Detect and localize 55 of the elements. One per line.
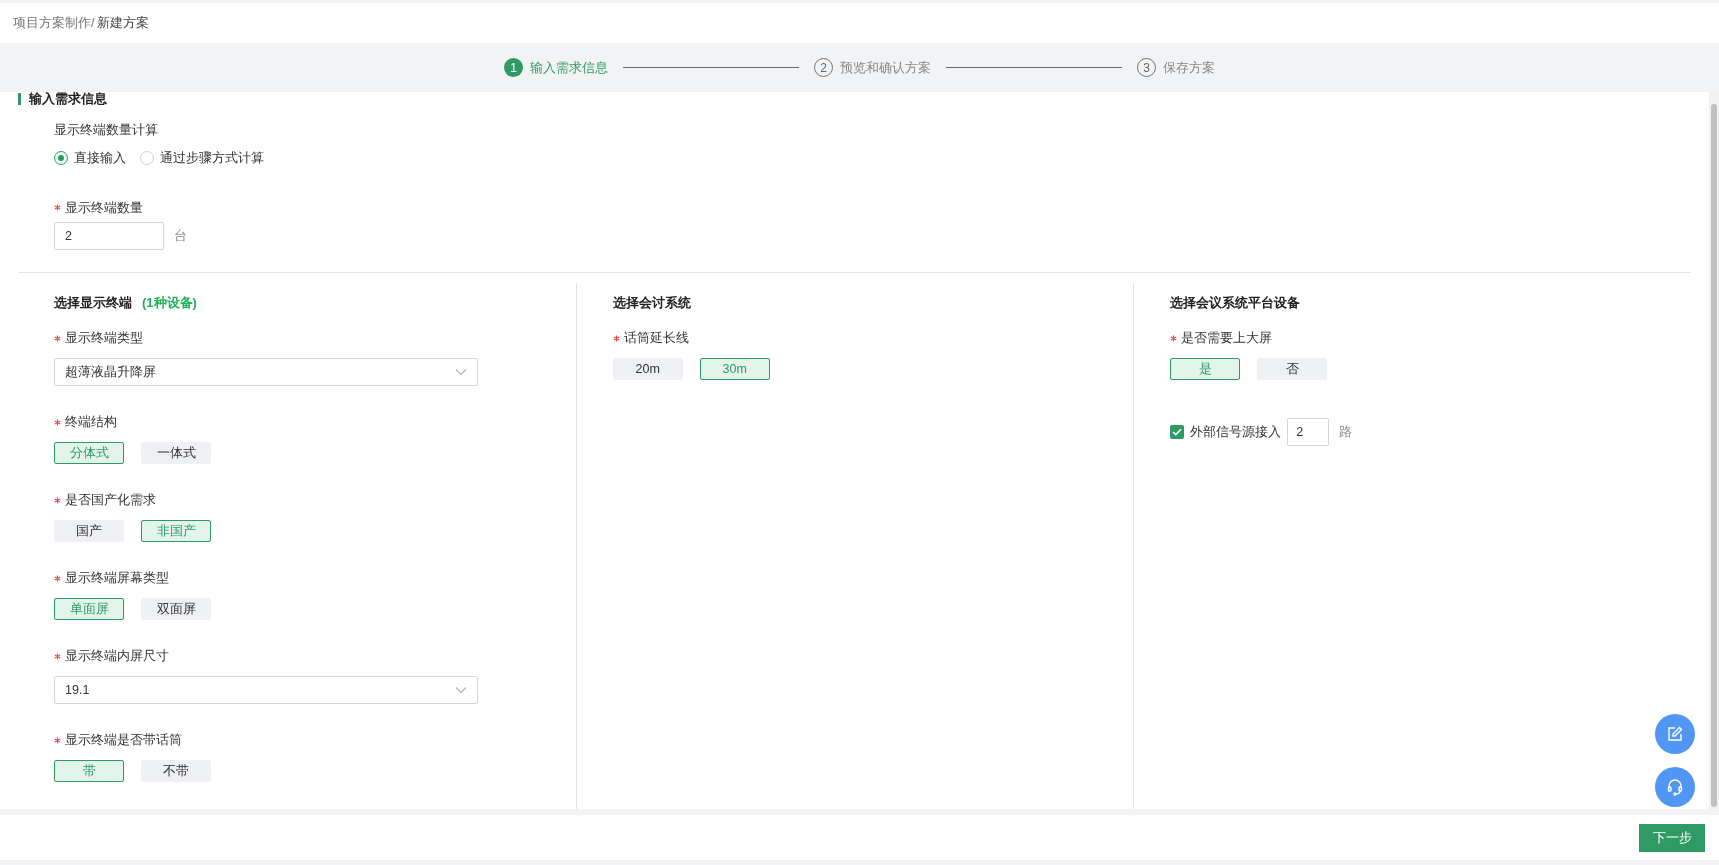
field-label: 是否需要上大屏 xyxy=(1181,329,1273,348)
headset-icon xyxy=(1666,778,1684,796)
field-label: 显示终端类型 xyxy=(65,329,143,348)
unit-label: 路 xyxy=(1339,423,1353,442)
option-button[interactable]: 非国产 xyxy=(141,520,211,542)
option-button[interactable]: 带 xyxy=(54,760,124,782)
option-button[interactable]: 20m xyxy=(612,358,683,380)
field-label: 显示终端是否带话筒 xyxy=(65,731,182,750)
column-title: 选择显示终端 xyxy=(54,293,132,312)
checkbox[interactable] xyxy=(1170,425,1185,439)
select-value: 超薄液晶升降屏 xyxy=(65,363,156,381)
radio-label: 通过步骤方式计算 xyxy=(160,149,264,167)
column-title: 选择会讨系统 xyxy=(612,293,691,312)
scrollbar-thumb[interactable] xyxy=(1711,104,1717,807)
option-button[interactable]: 分体式 xyxy=(54,442,124,464)
option-button[interactable]: 不带 xyxy=(141,760,211,782)
check-icon xyxy=(1172,428,1183,436)
select-value: 19.1 xyxy=(65,681,90,699)
breadcrumb-current: 新建方案 xyxy=(96,14,149,33)
breadcrumb-link[interactable]: 项目方案制作/ xyxy=(13,13,95,33)
field-label: 显示终端数量计算 xyxy=(54,121,158,140)
unit-label: 台 xyxy=(174,226,187,245)
option-button[interactable]: 30m xyxy=(699,358,770,380)
edit-icon xyxy=(1667,726,1683,742)
step-tab[interactable]: 1 输入需求信息 xyxy=(504,57,608,78)
next-step-button[interactable]: 下一步 xyxy=(1639,823,1705,852)
field-label: 显示终端内屏尺寸 xyxy=(65,647,169,666)
chevron-down-icon xyxy=(455,686,467,694)
radio-label: 直接输入 xyxy=(74,149,126,167)
quantity-input[interactable]: 2 xyxy=(54,221,164,250)
option-button[interactable]: 国产 xyxy=(54,520,124,542)
option-button[interactable]: 单面屏 xyxy=(54,598,124,620)
section-title: 输入需求信息 xyxy=(29,92,107,106)
field-label: 话筒延长线 xyxy=(623,329,689,348)
step-tab[interactable]: 2 预览和确认方案 xyxy=(814,57,931,78)
step-tab[interactable]: 3 保存方案 xyxy=(1137,57,1215,78)
option-button[interactable]: 是 xyxy=(1170,358,1241,380)
field-label: 显示终端屏幕类型 xyxy=(65,569,169,588)
select-field[interactable]: 19.1 xyxy=(54,676,478,704)
edit-button[interactable] xyxy=(1655,714,1695,754)
option-button[interactable]: 双面屏 xyxy=(141,598,211,620)
select-field[interactable]: 超薄液晶升降屏 xyxy=(54,358,478,386)
checkbox-label: 外部信号源接入 xyxy=(1190,423,1282,442)
device-count-note: (1种设备) xyxy=(142,293,197,312)
number-input[interactable]: 2 xyxy=(1287,418,1330,446)
field-label: 是否国产化需求 xyxy=(65,491,156,510)
field-label: 显示终端数量 xyxy=(65,198,143,217)
radio-button[interactable] xyxy=(54,150,68,165)
option-button[interactable]: 一体式 xyxy=(141,442,211,464)
option-button[interactable]: 否 xyxy=(1257,358,1328,380)
chevron-down-icon xyxy=(455,368,467,376)
radio-button[interactable] xyxy=(140,150,154,165)
support-button[interactable] xyxy=(1655,767,1695,807)
column-title: 选择会议系统平台设备 xyxy=(1170,293,1301,312)
field-label: 终端结构 xyxy=(65,413,117,432)
